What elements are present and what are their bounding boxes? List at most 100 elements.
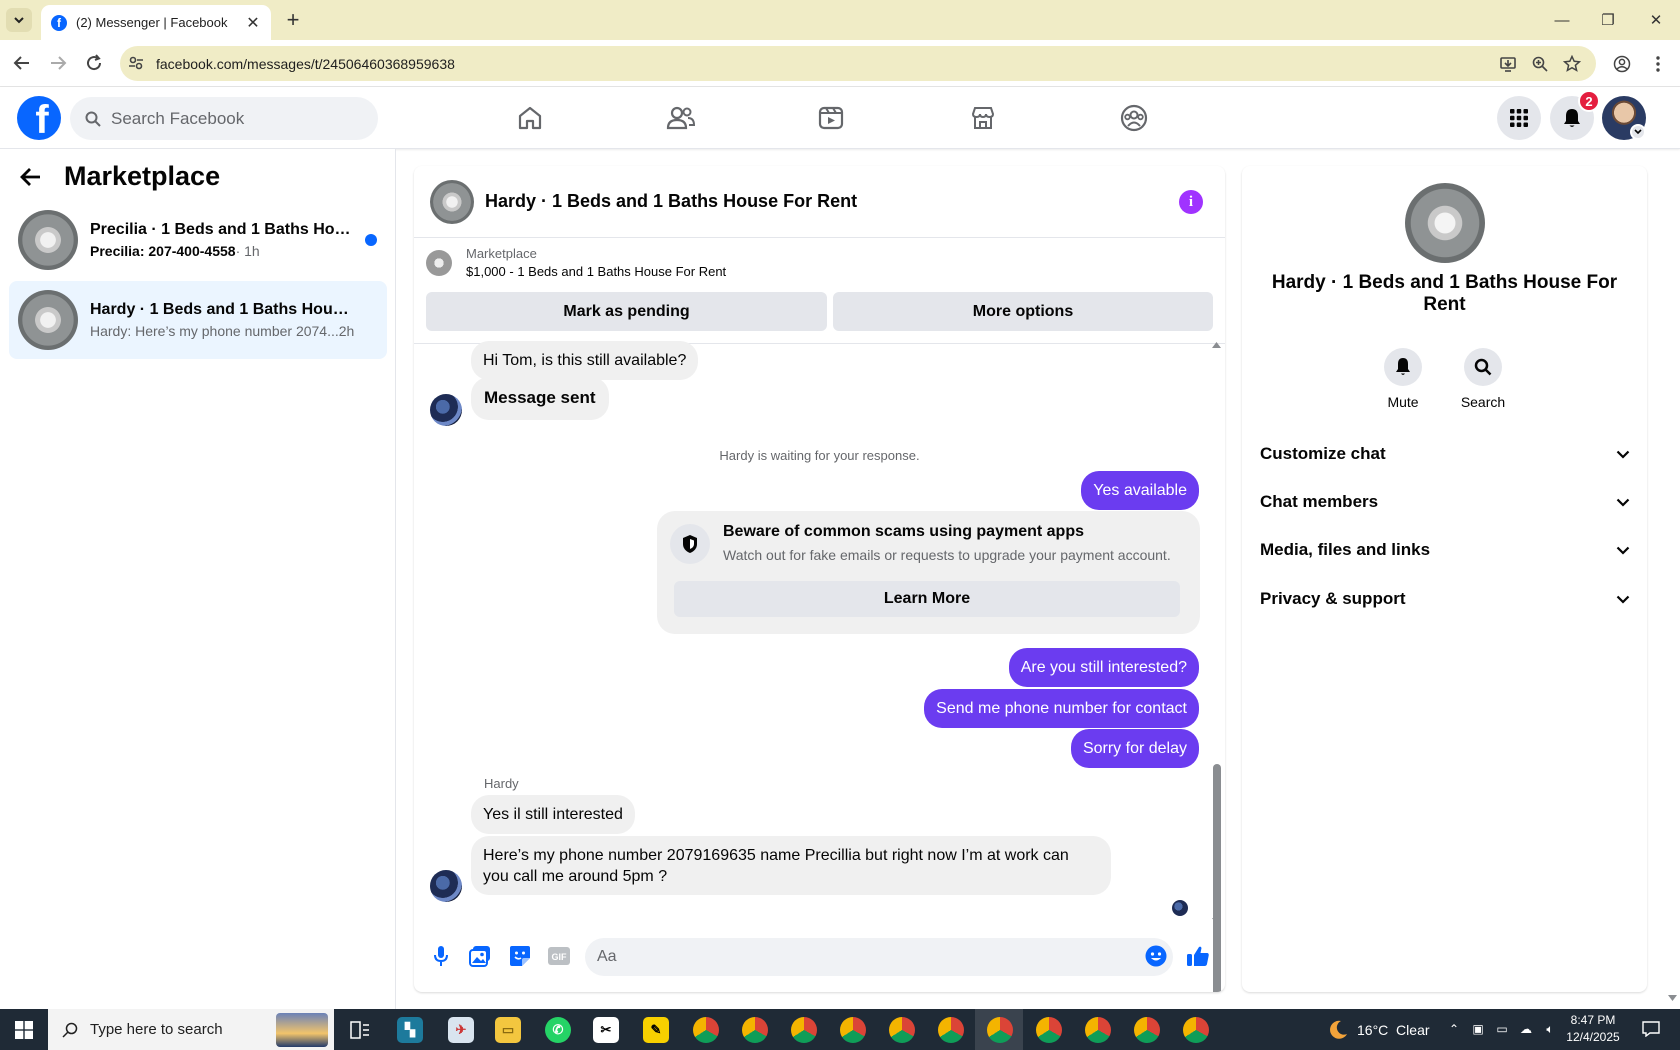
task-view-icon[interactable] <box>347 1017 373 1043</box>
reload-button[interactable] <box>82 51 106 75</box>
facebook-logo-icon[interactable]: f <box>17 96 61 140</box>
listing-thumbnail[interactable] <box>1405 183 1485 263</box>
chrome-icon[interactable] <box>987 1017 1013 1043</box>
close-tab-icon[interactable]: ✕ <box>245 13 261 33</box>
friends-icon[interactable] <box>665 102 697 134</box>
weather-widget[interactable]: 16°C Clear <box>1327 1009 1430 1050</box>
gif-icon[interactable]: GIF <box>547 944 571 968</box>
listing-summary[interactable]: Marketplace $1,000 - 1 Beds and 1 Baths … <box>426 246 726 279</box>
sender-avatar[interactable] <box>430 870 462 902</box>
microphone-icon[interactable] <box>429 944 453 968</box>
chrome-icon[interactable] <box>693 1017 719 1043</box>
message-input[interactable]: Aa <box>585 938 1173 976</box>
photo-icon[interactable] <box>468 944 492 968</box>
chrome-icon[interactable] <box>938 1017 964 1043</box>
conversation-item-active[interactable]: Hardy · 1 Beds and 1 Baths House ... Har… <box>9 281 387 359</box>
chrome-icon[interactable] <box>791 1017 817 1043</box>
close-window-button[interactable]: ✕ <box>1644 8 1668 32</box>
mark-as-pending-button[interactable]: Mark as pending <box>426 292 827 331</box>
outgoing-message[interactable]: Sorry for delay <box>1070 729 1199 768</box>
privacy-support-section[interactable]: Privacy & support <box>1260 579 1630 619</box>
address-bar[interactable]: facebook.com/messages/t/2450646036895963… <box>120 46 1596 81</box>
search-icon <box>1474 358 1492 376</box>
browser-tab[interactable]: f (2) Messenger | Facebook ✕ <box>41 5 271 40</box>
chat-thumbnail[interactable] <box>430 179 474 224</box>
taskbar-clock[interactable]: 8:47 PM 12/4/2025 <box>1553 1012 1633 1046</box>
chevron-down-icon[interactable] <box>1630 124 1646 140</box>
chat-members-section[interactable]: Chat members <box>1260 482 1630 522</box>
taskbar-app-icon[interactable]: ✈ <box>448 1017 474 1043</box>
incoming-message[interactable]: Yes il still interested <box>471 795 635 834</box>
chrome-icon[interactable] <box>1085 1017 1111 1043</box>
groups-icon[interactable] <box>1118 102 1150 134</box>
outgoing-message[interactable]: Are you still interested? <box>1008 648 1199 687</box>
facebook-search-input[interactable]: Search Facebook <box>70 97 378 140</box>
file-explorer-icon[interactable]: ▭ <box>495 1017 521 1043</box>
outgoing-message[interactable]: Yes available <box>1081 471 1199 510</box>
chat-title[interactable]: Hardy · 1 Beds and 1 Baths House For Ren… <box>485 191 857 212</box>
taskbar-search-box[interactable]: Type here to search <box>48 1009 334 1050</box>
info-icon[interactable]: i <box>1179 190 1203 214</box>
incoming-message[interactable]: Hi Tom, is this still available? <box>471 341 699 380</box>
more-options-button[interactable]: More options <box>833 292 1213 331</box>
zoom-icon[interactable] <box>1527 51 1553 77</box>
taskbar-app-icon[interactable]: ▚ <box>397 1017 423 1043</box>
menu-grid-button[interactable] <box>1497 96 1541 140</box>
incoming-message[interactable]: Here’s my phone number 2079169635 name P… <box>471 836 1111 895</box>
tray-app-icon[interactable]: ▣ <box>1470 1021 1486 1037</box>
marketplace-icon[interactable] <box>967 102 999 134</box>
conversation-item[interactable]: Precilia · 1 Beds and 1 Baths Hou... Pre… <box>9 201 387 279</box>
show-hidden-icons-icon[interactable]: ⌃ <box>1446 1021 1462 1037</box>
page-scrollbar[interactable] <box>1664 149 1680 1009</box>
notification-center-icon[interactable] <box>1640 1021 1662 1037</box>
forward-button[interactable] <box>46 51 70 75</box>
tab-search-button[interactable] <box>6 8 32 32</box>
network-icon[interactable]: ▭ <box>1494 1021 1510 1037</box>
capcut-icon[interactable]: ✂ <box>593 1017 619 1043</box>
chrome-icon[interactable] <box>1036 1017 1062 1043</box>
browser-menu-icon[interactable] <box>1645 51 1671 77</box>
whatsapp-icon[interactable]: ✆ <box>545 1017 571 1043</box>
minimize-button[interactable]: — <box>1550 8 1574 32</box>
restore-button[interactable]: ❐ <box>1596 8 1620 32</box>
sticker-icon[interactable] <box>508 944 532 968</box>
bookmark-star-icon[interactable] <box>1559 51 1585 77</box>
listing-thumbnail <box>18 210 78 270</box>
back-button[interactable] <box>10 51 34 75</box>
onedrive-icon[interactable]: ☁ <box>1518 1021 1534 1037</box>
incoming-message[interactable]: Message sent <box>471 377 609 420</box>
chrome-icon[interactable] <box>840 1017 866 1043</box>
section-label: Media, files and links <box>1260 540 1431 559</box>
mute-button[interactable]: Mute <box>1363 348 1443 410</box>
search-icon <box>62 1022 78 1038</box>
video-icon[interactable] <box>815 102 847 134</box>
search-in-chat-button[interactable]: Search <box>1443 348 1523 410</box>
shield-icon <box>670 524 710 564</box>
back-arrow-icon[interactable] <box>20 167 42 187</box>
learn-more-button[interactable]: Learn More <box>674 581 1180 617</box>
chrome-icon[interactable] <box>1134 1017 1160 1043</box>
sticky-notes-icon[interactable]: ✎ <box>643 1017 669 1043</box>
message-scrollbar[interactable] <box>1210 342 1222 992</box>
customize-chat-section[interactable]: Customize chat <box>1260 434 1630 474</box>
sender-avatar[interactable] <box>430 394 462 426</box>
outgoing-message[interactable]: Send me phone number for contact <box>924 689 1199 728</box>
notification-badge: 2 <box>1578 90 1600 112</box>
install-app-icon[interactable] <box>1495 51 1521 77</box>
chrome-icon[interactable] <box>742 1017 768 1043</box>
facebook-favicon-icon: f <box>51 14 67 31</box>
new-tab-button[interactable]: + <box>281 8 305 32</box>
conversation-name: Precilia · 1 Beds and 1 Baths Hou... <box>90 221 352 238</box>
search-icon <box>85 111 101 127</box>
profile-icon[interactable] <box>1609 51 1635 77</box>
home-icon[interactable] <box>514 102 546 134</box>
chrome-icon[interactable] <box>889 1017 915 1043</box>
windows-start-button[interactable] <box>0 1009 48 1050</box>
media-files-links-section[interactable]: Media, files and links <box>1260 530 1630 570</box>
listing-thumbnail <box>18 290 78 350</box>
like-thumbs-up-icon[interactable] <box>1186 944 1210 968</box>
conversation-snippet: Precilia: 207-400-4558 <box>90 243 236 259</box>
chrome-icon[interactable] <box>1183 1017 1209 1043</box>
emoji-icon[interactable] <box>1144 944 1168 968</box>
site-settings-icon[interactable] <box>128 55 144 71</box>
